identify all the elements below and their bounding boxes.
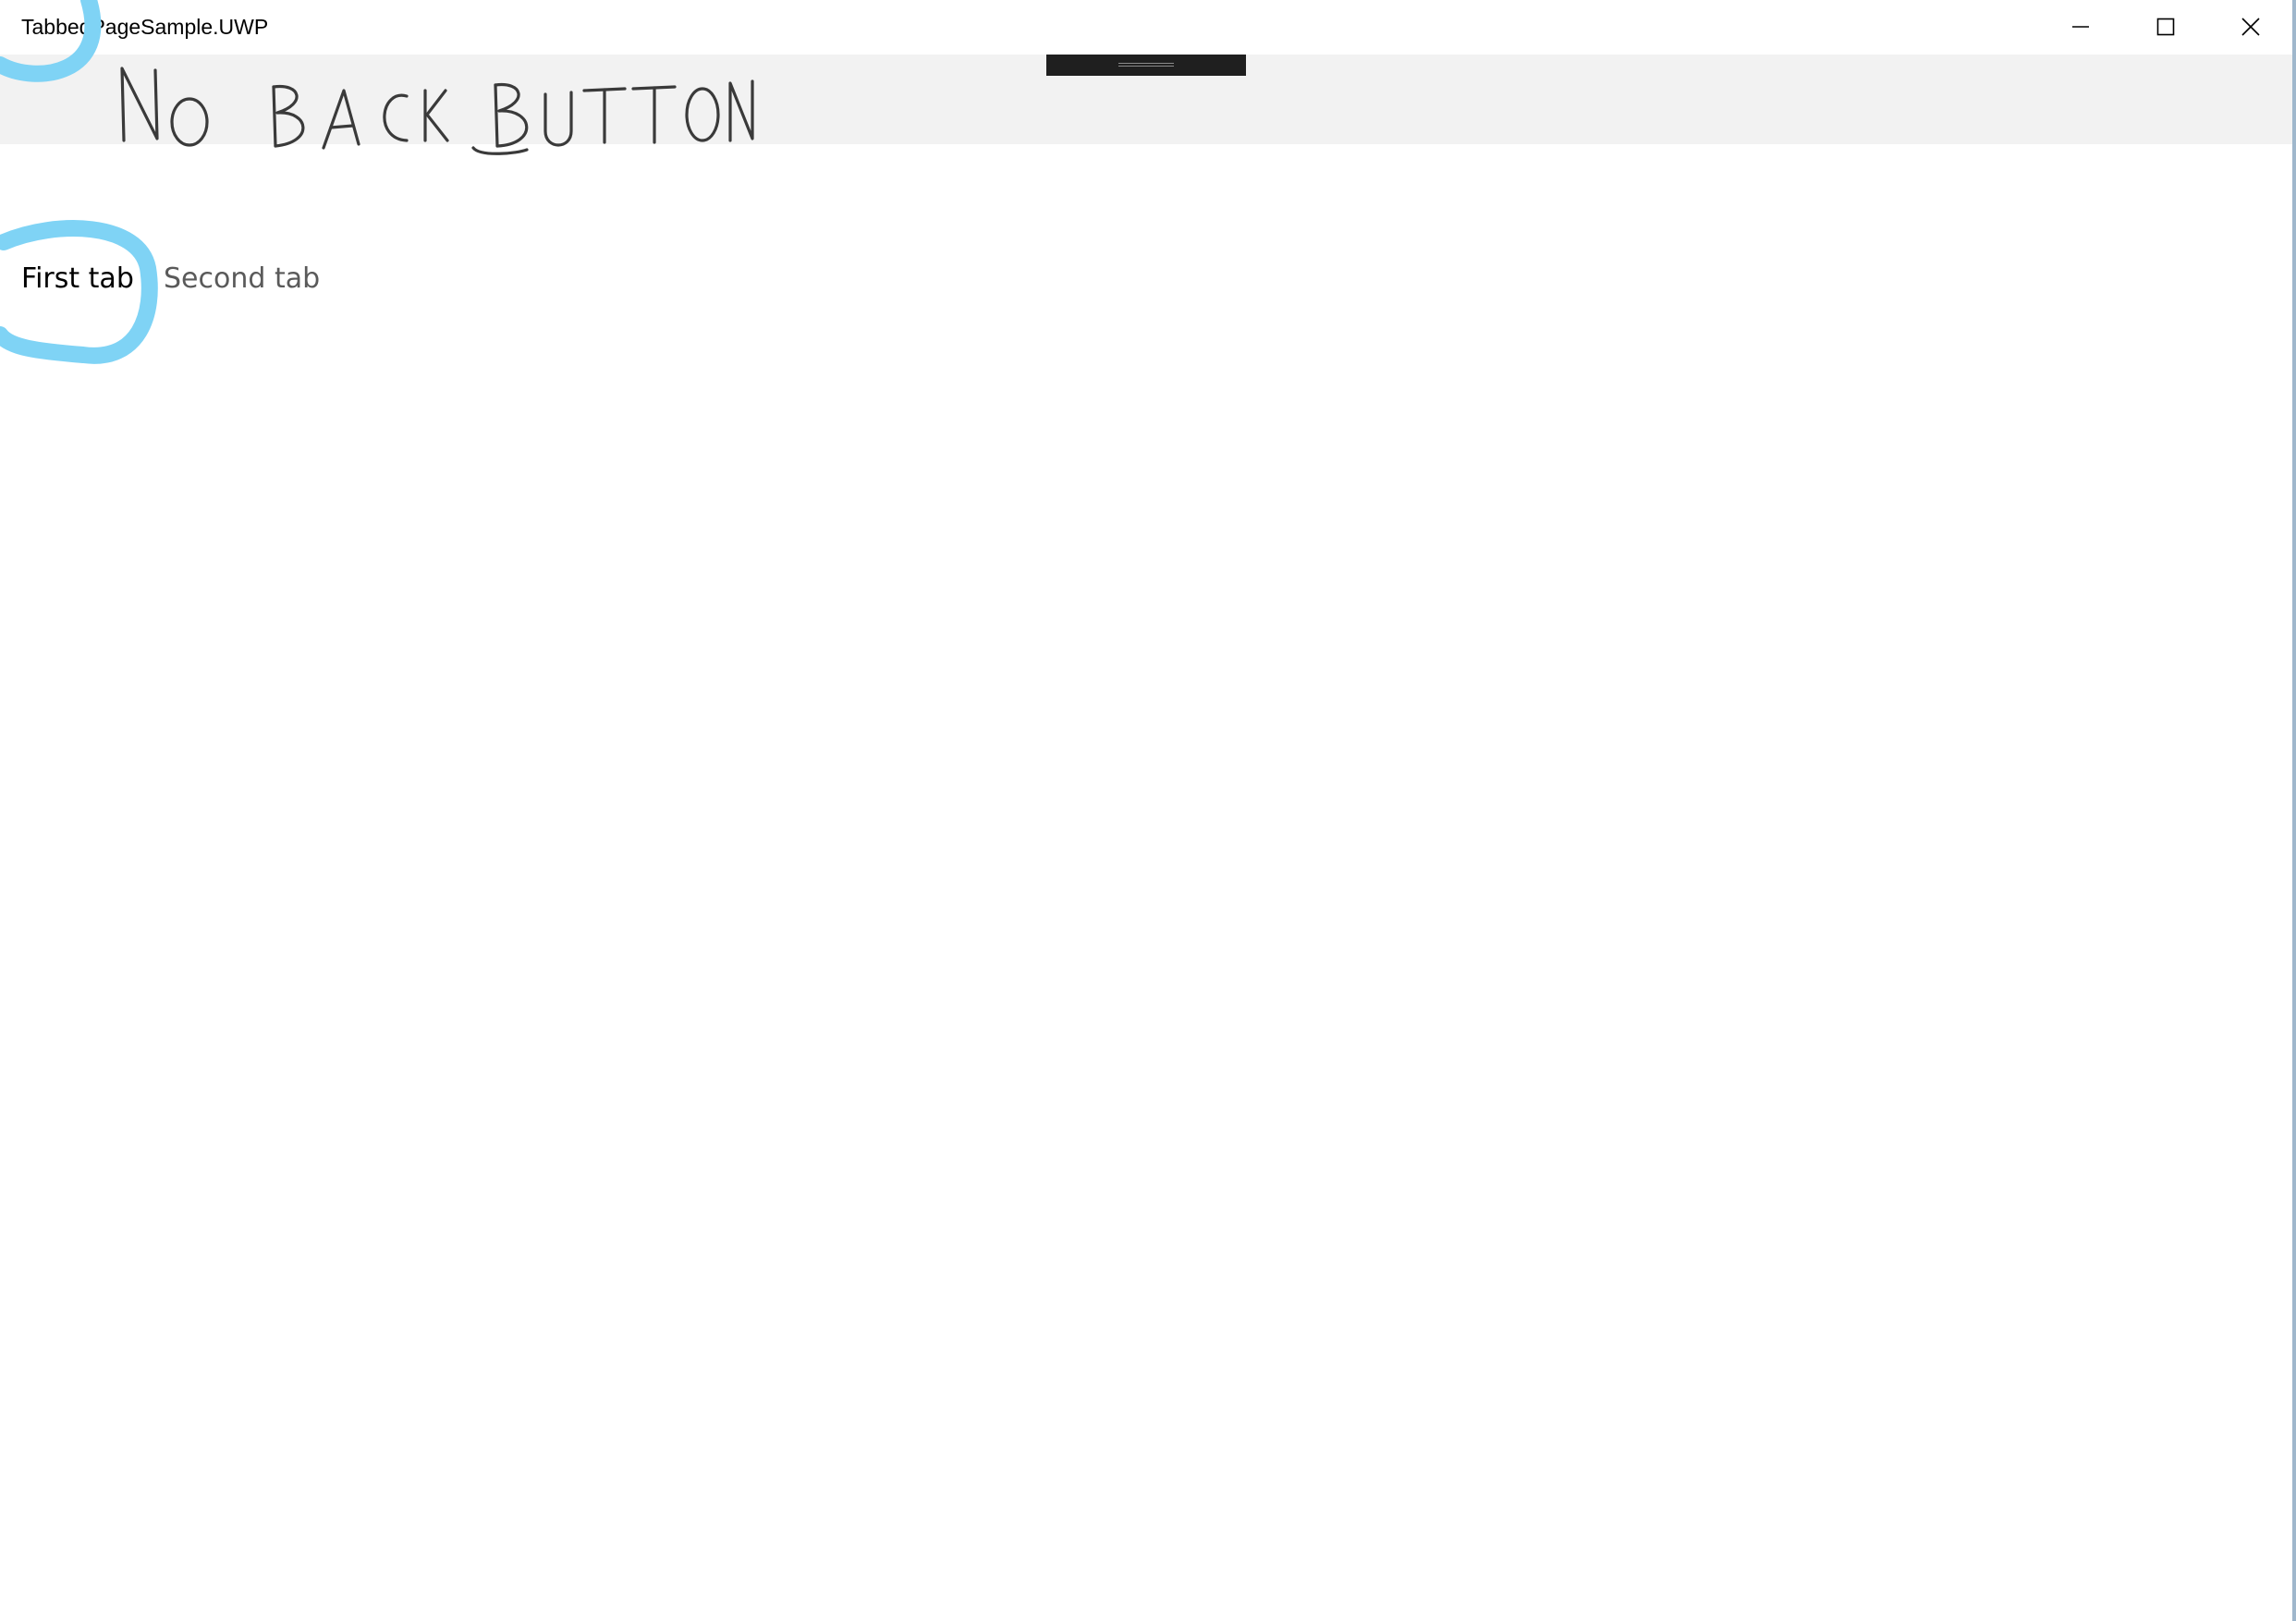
marker-annotations bbox=[0, 0, 158, 364]
drag-handle[interactable] bbox=[1046, 55, 1246, 76]
app-window: TabbedPageSample.UWP First tab Second ta… bbox=[0, 0, 2296, 1621]
title-bar[interactable]: TabbedPageSample.UWP bbox=[0, 0, 2292, 55]
minimize-button[interactable] bbox=[2038, 0, 2123, 54]
close-icon bbox=[2241, 18, 2260, 36]
tab-strip: First tab Second tab bbox=[0, 250, 555, 305]
window-border bbox=[2292, 0, 2296, 1621]
maximize-button[interactable] bbox=[2123, 0, 2208, 54]
maximize-icon bbox=[2156, 18, 2175, 36]
handwritten-annotation bbox=[120, 67, 754, 155]
minimize-icon bbox=[2071, 18, 2090, 36]
close-button[interactable] bbox=[2208, 0, 2293, 54]
tab-first[interactable]: First tab bbox=[21, 262, 134, 296]
tab-second[interactable]: Second tab bbox=[164, 262, 320, 296]
window-title: TabbedPageSample.UWP bbox=[21, 15, 269, 39]
